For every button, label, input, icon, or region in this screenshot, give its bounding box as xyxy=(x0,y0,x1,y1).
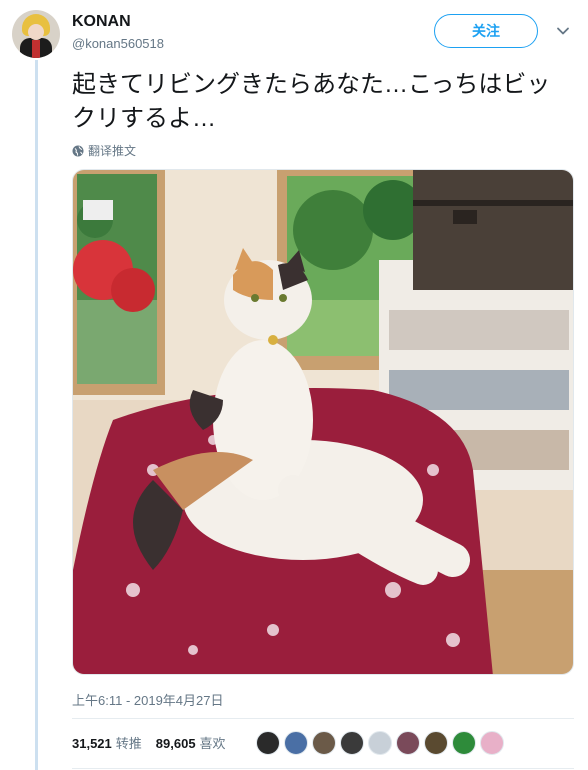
chevron-down-icon[interactable] xyxy=(556,24,570,38)
tweet-text: 起きてリビングきたらあなた…こっちはビックリするよ… xyxy=(72,71,551,132)
retweets-count[interactable]: 31,521 xyxy=(72,736,112,751)
globe-icon xyxy=(72,145,84,156)
tweet-stats: 31,521 转推 89,605 喜欢 xyxy=(72,733,240,752)
author-name[interactable]: KONAN xyxy=(72,13,131,31)
translate-tweet-link[interactable]: 翻译推文 xyxy=(72,142,136,159)
tweet-timestamp[interactable]: 上午6:11 - 2019年4月27日 xyxy=(72,690,224,709)
liker-avatar[interactable] xyxy=(368,731,392,755)
avatar[interactable] xyxy=(12,10,60,58)
liker-avatar[interactable] xyxy=(424,731,448,755)
liker-avatar[interactable] xyxy=(480,731,504,755)
likes-label[interactable]: 喜欢 xyxy=(200,733,226,752)
author-handle[interactable]: @konan560518 xyxy=(72,36,164,51)
retweets-label[interactable]: 转推 xyxy=(116,733,142,752)
liker-avatars xyxy=(256,731,504,755)
divider xyxy=(72,768,574,769)
follow-button[interactable]: 关注 xyxy=(434,14,538,48)
liker-avatar[interactable] xyxy=(340,731,364,755)
tweet-photo[interactable] xyxy=(72,169,574,675)
thread-line xyxy=(35,60,38,770)
liker-avatar[interactable] xyxy=(396,731,420,755)
liker-avatar[interactable] xyxy=(452,731,476,755)
divider xyxy=(72,718,574,719)
translate-label: 翻译推文 xyxy=(88,144,137,158)
liker-avatar[interactable] xyxy=(312,731,336,755)
likes-count[interactable]: 89,605 xyxy=(156,736,196,751)
liker-avatar[interactable] xyxy=(284,731,308,755)
liker-avatar[interactable] xyxy=(256,731,280,755)
